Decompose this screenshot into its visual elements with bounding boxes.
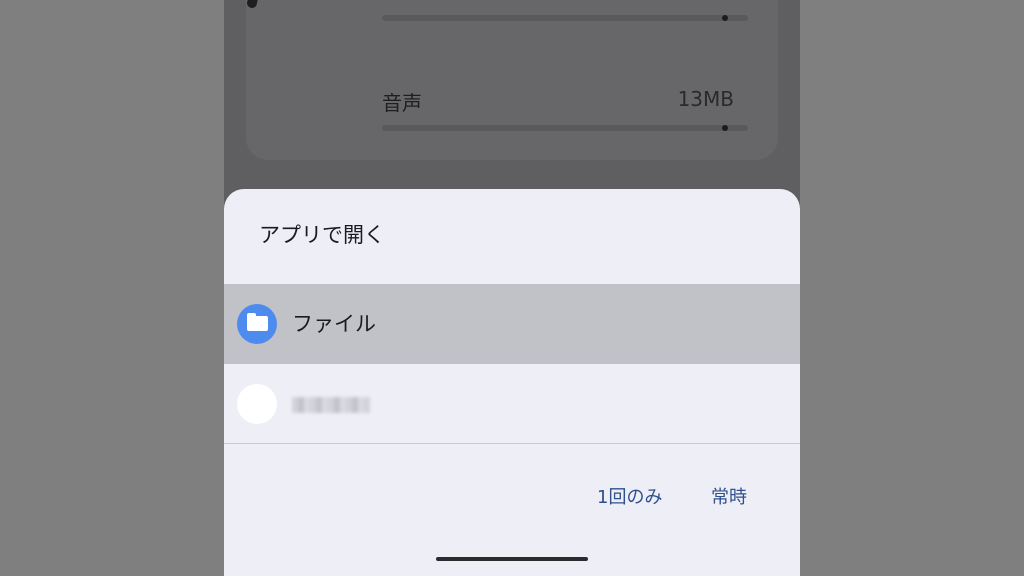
sheet-title: アプリで開く: [259, 223, 385, 247]
app-option-label: ファイル: [292, 312, 376, 336]
audio-category-label: 音声: [382, 91, 422, 115]
music-note-icon: [246, 0, 268, 14]
app-option-other[interactable]: [224, 364, 800, 444]
folder-icon: [237, 304, 277, 344]
divider: [224, 443, 800, 444]
app-icon: [237, 384, 277, 424]
audio-size: 13MB: [677, 87, 734, 111]
storage-bar: [382, 15, 748, 21]
always-button[interactable]: 常時: [707, 481, 751, 511]
audio-storage-bar: [382, 125, 748, 131]
storage-bar-marker: [722, 15, 728, 21]
home-indicator[interactable]: [436, 557, 588, 561]
app-option-files[interactable]: ファイル: [224, 284, 800, 364]
phone-screen: 音声 13MB アプリで開く ファイル 1回のみ 常時: [224, 0, 800, 576]
just-once-button[interactable]: 1回のみ: [593, 481, 666, 511]
audio-storage-marker: [722, 125, 728, 131]
app-option-label-redacted: [292, 397, 370, 413]
open-with-sheet: アプリで開く ファイル 1回のみ 常時: [224, 189, 800, 576]
storage-breakdown-card: 音声 13MB: [246, 0, 778, 160]
